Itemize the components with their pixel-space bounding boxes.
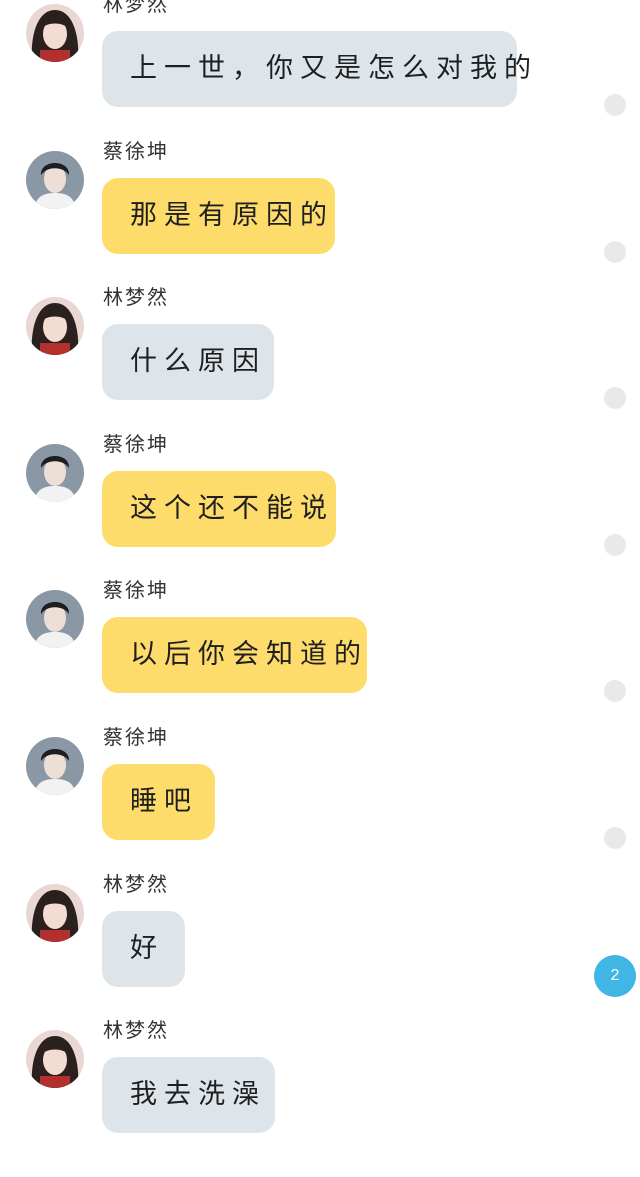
sender-name: 林梦然 <box>103 0 169 16</box>
sender-name: 林梦然 <box>103 1018 169 1042</box>
boy-avatar[interactable] <box>26 151 84 209</box>
chat-message: 蔡徐坤 这个还不能说 <box>0 432 640 591</box>
boy-avatar[interactable] <box>26 737 84 795</box>
message-bubble[interactable]: 好 <box>102 911 185 987</box>
read-status-dot <box>604 387 626 409</box>
unread-count-badge[interactable]: 2 <box>594 955 636 997</box>
read-status-dot <box>604 241 626 263</box>
chat-message: 蔡徐坤 睡吧 <box>0 725 640 884</box>
message-bubble[interactable]: 那是有原因的 <box>102 178 335 254</box>
sender-name: 蔡徐坤 <box>103 578 169 602</box>
chat-message: 林梦然 我去洗澡 <box>0 1018 640 1177</box>
read-status-dot <box>604 534 626 556</box>
sender-name: 蔡徐坤 <box>103 725 169 749</box>
sender-name: 林梦然 <box>103 872 169 896</box>
girl-avatar[interactable] <box>26 884 84 942</box>
read-status-dot <box>604 827 626 849</box>
chat-message: 林梦然 什么原因 <box>0 285 640 444</box>
girl-avatar[interactable] <box>26 297 84 355</box>
message-bubble[interactable]: 以后你会知道的 <box>102 617 367 693</box>
chat-message: 蔡徐坤 那是有原因的 <box>0 139 640 298</box>
boy-avatar[interactable] <box>26 444 84 502</box>
chat-message: 林梦然 上一世，你又是怎么对我的 <box>0 0 640 151</box>
read-status-dot <box>604 94 626 116</box>
boy-avatar[interactable] <box>26 590 84 648</box>
sender-name: 蔡徐坤 <box>103 432 169 456</box>
read-status-dot <box>604 680 626 702</box>
message-bubble[interactable]: 什么原因 <box>102 324 274 400</box>
message-bubble[interactable]: 我去洗澡 <box>102 1057 275 1133</box>
chat-message: 林梦然 好 <box>0 872 640 1031</box>
sender-name: 蔡徐坤 <box>103 139 169 163</box>
girl-avatar[interactable] <box>26 4 84 62</box>
sender-name: 林梦然 <box>103 285 169 309</box>
message-bubble[interactable]: 这个还不能说 <box>102 471 336 547</box>
message-bubble[interactable]: 上一世，你又是怎么对我的 <box>102 31 531 107</box>
chat-message: 蔡徐坤 以后你会知道的 <box>0 578 640 737</box>
message-bubble[interactable]: 睡吧 <box>102 764 215 840</box>
girl-avatar[interactable] <box>26 1030 84 1088</box>
